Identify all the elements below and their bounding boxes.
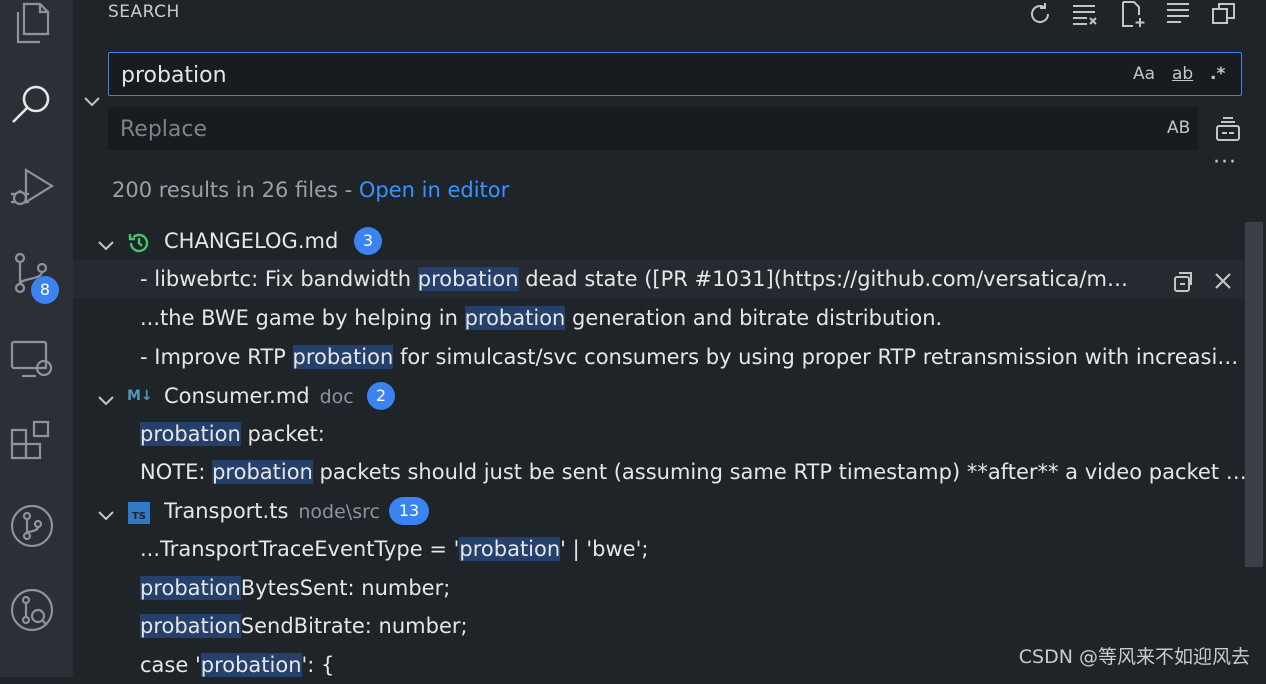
clear-results-icon[interactable] bbox=[1071, 0, 1105, 28]
toggle-replace-chevron-icon[interactable] bbox=[81, 90, 103, 112]
file-row-changelog[interactable]: CHANGELOG.md 3 bbox=[73, 222, 1248, 260]
new-search-editor-icon[interactable] bbox=[1119, 0, 1153, 28]
chevron-down-icon[interactable] bbox=[95, 230, 117, 252]
match-text: probationBytesSent: number; bbox=[140, 576, 451, 600]
match-row[interactable]: NOTE: probation packets should just be s… bbox=[73, 453, 1248, 491]
chevron-down-icon[interactable] bbox=[95, 385, 117, 407]
history-icon bbox=[127, 229, 151, 253]
match-count-badge: 2 bbox=[367, 382, 395, 410]
chevron-down-icon[interactable] bbox=[95, 500, 117, 522]
replace-input-box: AB bbox=[108, 107, 1198, 152]
results-scrollbar[interactable] bbox=[1245, 222, 1263, 567]
match-row[interactable]: ...the BWE game by helping in probation … bbox=[73, 299, 1248, 337]
open-in-editor-link[interactable]: Open in editor bbox=[359, 178, 509, 202]
source-control-badge: 8 bbox=[31, 276, 59, 304]
file-name-with-path: Transport.ts node\src bbox=[164, 499, 380, 523]
typescript-file-icon: TS bbox=[127, 499, 151, 524]
match-count-badge: 13 bbox=[389, 497, 429, 525]
run-debug-icon[interactable] bbox=[8, 164, 56, 212]
markdown-file-icon: M↓ bbox=[127, 388, 153, 404]
git-graph-icon[interactable] bbox=[8, 502, 56, 550]
more-options-icon[interactable]: ··· bbox=[1213, 150, 1237, 175]
file-name-with-path: Consumer.md doc bbox=[164, 384, 354, 408]
dismiss-match-icon[interactable] bbox=[1211, 267, 1235, 291]
file-row-transport[interactable]: TS Transport.ts node\src 13 bbox=[73, 492, 1248, 530]
results-summary: 200 results in 26 files - Open in editor bbox=[112, 178, 509, 202]
match-text: probationSendBitrate: number; bbox=[140, 614, 468, 638]
replace-match-icon[interactable] bbox=[1171, 267, 1195, 292]
match-row[interactable]: probationSendBitrate: number; bbox=[73, 607, 1248, 645]
search-input[interactable] bbox=[119, 53, 1103, 97]
activity-bar: 8 bbox=[0, 0, 73, 677]
collapse-all-icon[interactable] bbox=[1164, 0, 1198, 28]
match-text: probation packet: bbox=[140, 422, 325, 446]
match-text: - libwebrtc: Fix bandwidth probation dea… bbox=[140, 267, 1138, 291]
match-count-badge: 3 bbox=[354, 227, 382, 255]
match-row[interactable]: ...TransportTraceEventType = 'probation'… bbox=[73, 530, 1248, 568]
explorer-icon[interactable] bbox=[8, 0, 56, 48]
match-text: ...the BWE game by helping in probation … bbox=[140, 306, 943, 330]
results-tree: CHANGELOG.md 3 - libwebrtc: Fix bandwidt… bbox=[73, 222, 1266, 677]
match-text: NOTE: probation packets should just be s… bbox=[140, 460, 1248, 484]
regex-toggle[interactable]: .* bbox=[1210, 62, 1225, 86]
search-input-box: Aa ab .* bbox=[108, 52, 1242, 97]
match-row[interactable]: probation packet: bbox=[73, 415, 1248, 453]
watermark: CSDN @等风来不如迎风去 bbox=[1018, 646, 1250, 668]
preserve-case-toggle[interactable]: AB bbox=[1167, 116, 1190, 140]
file-name: CHANGELOG.md bbox=[164, 229, 339, 253]
match-text: - Improve RTP probation for simulcast/sv… bbox=[140, 345, 1248, 369]
replace-all-icon[interactable] bbox=[1213, 114, 1243, 144]
svg-text:TS: TS bbox=[132, 511, 146, 522]
search-icon[interactable] bbox=[8, 80, 56, 128]
results-summary-text: 200 results in 26 files - bbox=[112, 178, 359, 202]
git-lens-icon[interactable] bbox=[8, 586, 56, 634]
remote-explorer-icon[interactable] bbox=[8, 334, 56, 382]
replace-input[interactable] bbox=[118, 107, 1022, 152]
whole-word-toggle[interactable]: ab bbox=[1172, 62, 1193, 86]
match-text: ...TransportTraceEventType = 'probation'… bbox=[140, 537, 649, 561]
panel-title: SEARCH bbox=[108, 2, 180, 22]
match-row[interactable]: - Improve RTP probation for simulcast/sv… bbox=[73, 338, 1248, 376]
match-row[interactable]: - libwebrtc: Fix bandwidth probation dea… bbox=[73, 260, 1248, 298]
refresh-icon[interactable] bbox=[1026, 0, 1060, 28]
extensions-icon[interactable] bbox=[8, 416, 56, 464]
match-case-toggle[interactable]: Aa bbox=[1133, 62, 1155, 86]
file-row-consumer[interactable]: M↓ Consumer.md doc 2 bbox=[73, 377, 1248, 415]
match-row[interactable]: probationBytesSent: number; bbox=[73, 569, 1248, 607]
search-panel: SEARCH Aa ab .* AB ··· 200 results in 26… bbox=[73, 0, 1266, 677]
view-as-tree-icon[interactable] bbox=[1210, 0, 1244, 28]
